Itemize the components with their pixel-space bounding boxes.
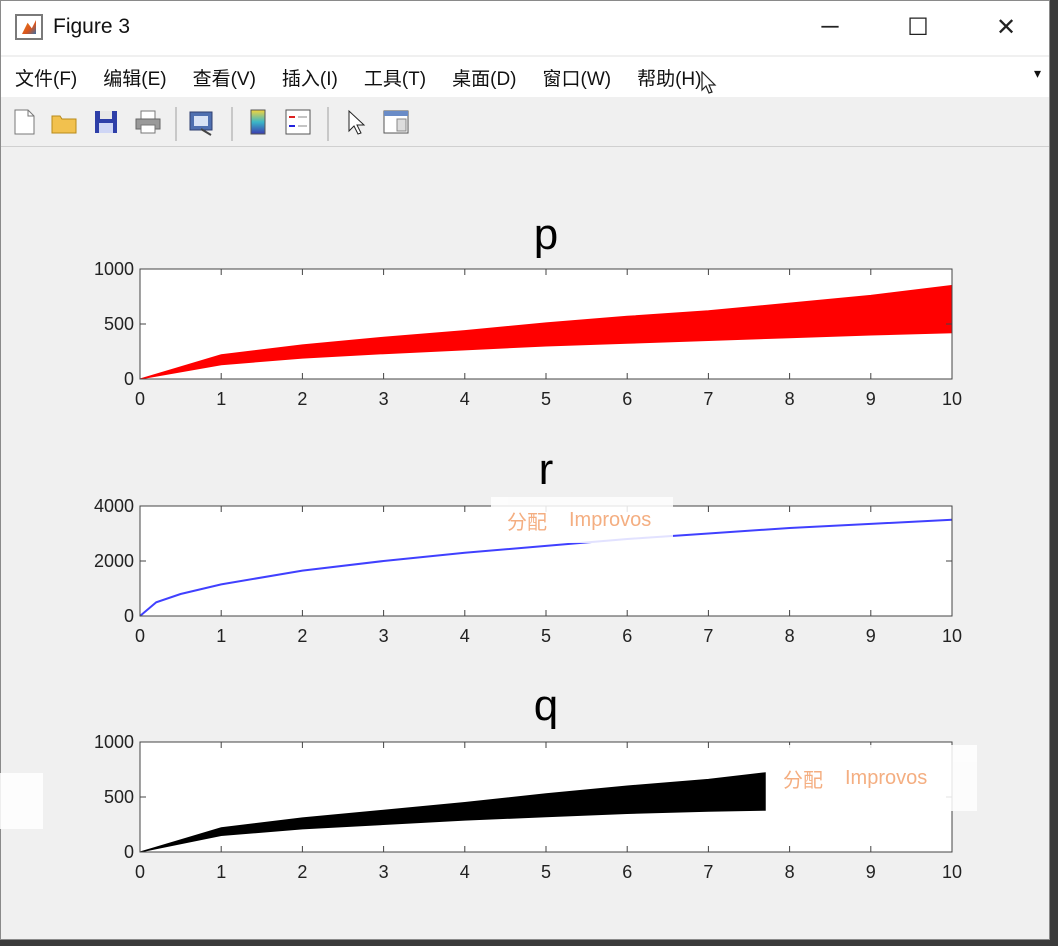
edit-plot-arrow-icon[interactable] <box>341 107 371 137</box>
title-bar[interactable]: Figure 3 ─ ☐ ✕ <box>1 1 1049 55</box>
x-tick-label: 4 <box>460 626 470 646</box>
new-figure-icon[interactable] <box>9 107 39 137</box>
x-tick-label: 6 <box>622 862 632 882</box>
x-tick-label: 9 <box>866 626 876 646</box>
minimize-button[interactable]: ─ <box>807 9 853 45</box>
toolbar-separator <box>327 107 329 141</box>
property-inspector-icon[interactable] <box>381 107 411 137</box>
menu-window[interactable]: 窗口(W) <box>543 64 612 91</box>
y-tick-label: 2000 <box>94 551 134 571</box>
x-tick-label: 1 <box>216 389 226 409</box>
menu-tools[interactable]: 工具(T) <box>364 64 426 91</box>
x-tick-label: 9 <box>866 862 876 882</box>
video-watermark-overlay: 分配 Improvos <box>767 745 977 811</box>
save-icon[interactable] <box>91 107 121 137</box>
menu-bar: 文件(F) 编辑(E) 查看(V) 插入(I) 工具(T) 桌面(D) 窗口(W… <box>1 57 1049 97</box>
x-tick-label: 5 <box>541 389 551 409</box>
x-tick-label: 3 <box>379 626 389 646</box>
x-tick-label: 4 <box>460 862 470 882</box>
y-tick-label: 0 <box>124 842 134 862</box>
y-tick-label: 1000 <box>94 259 134 279</box>
x-tick-label: 5 <box>541 862 551 882</box>
x-tick-label: 0 <box>135 626 145 646</box>
menu-desktop[interactable]: 桌面(D) <box>452 64 516 91</box>
y-tick-label: 500 <box>104 787 134 807</box>
x-tick-label: 10 <box>942 389 962 409</box>
insert-legend-icon[interactable] <box>283 107 313 137</box>
subplot-title: p <box>534 210 558 259</box>
y-tick-label: 0 <box>124 369 134 389</box>
x-tick-label: 7 <box>703 389 713 409</box>
overlay-left-text: 分配 <box>507 511 547 534</box>
menu-help[interactable]: 帮助(H) <box>637 64 701 91</box>
y-tick-label: 0 <box>124 606 134 626</box>
figure-toolbar <box>1 99 1049 147</box>
subplot-title: q <box>534 681 558 730</box>
menu-file[interactable]: 文件(F) <box>15 64 77 91</box>
y-tick-label: 1000 <box>94 732 134 752</box>
menu-edit[interactable]: 编辑(E) <box>103 64 166 91</box>
x-tick-label: 7 <box>703 862 713 882</box>
y-tick-label: 4000 <box>94 496 134 516</box>
x-tick-label: 0 <box>135 389 145 409</box>
subplot-title: r <box>539 445 554 494</box>
x-tick-label: 6 <box>622 626 632 646</box>
x-tick-label: 10 <box>942 862 962 882</box>
x-tick-label: 10 <box>942 626 962 646</box>
x-tick-label: 8 <box>785 389 795 409</box>
subplots-svg: p0 1 2 3 4 5 6 7 8 9 1005001000r0 1 2 3 4 5 6 7 8 9 10020004… <box>94 210 962 882</box>
figure-window: Figure 3 ─ ☐ ✕ 文件(F) 编辑(E) 查看(V) 插入(I) 工… <box>0 0 1050 940</box>
x-tick-label: 9 <box>866 389 876 409</box>
print-icon[interactable] <box>133 107 163 137</box>
overlay-right-text: Improvos <box>569 508 652 531</box>
x-tick-label: 2 <box>297 862 307 882</box>
video-watermark-overlay: 分配 Improvos <box>491 497 673 543</box>
overlay-left-text: 分配 <box>783 769 823 792</box>
toolbar-separator <box>175 107 177 141</box>
menu-view[interactable]: 查看(V) <box>193 64 256 91</box>
mouse-cursor-icon <box>701 71 717 94</box>
x-tick-label: 8 <box>785 862 795 882</box>
x-tick-label: 8 <box>785 626 795 646</box>
x-tick-label: 0 <box>135 862 145 882</box>
toolbar-separator <box>231 107 233 141</box>
x-tick-label: 4 <box>460 389 470 409</box>
x-tick-label: 2 <box>297 626 307 646</box>
window-title: Figure 3 <box>53 15 131 38</box>
menu-overflow-icon[interactable]: ▾ <box>1034 65 1041 82</box>
y-tick-label: 500 <box>104 314 134 334</box>
x-tick-label: 2 <box>297 389 307 409</box>
open-file-icon[interactable] <box>49 107 79 137</box>
x-tick-label: 5 <box>541 626 551 646</box>
menu-insert[interactable]: 插入(I) <box>282 64 338 91</box>
x-tick-label: 1 <box>216 862 226 882</box>
x-tick-label: 7 <box>703 626 713 646</box>
x-tick-label: 3 <box>379 389 389 409</box>
x-tick-label: 3 <box>379 862 389 882</box>
video-watermark-overlay-edge <box>0 773 43 829</box>
x-tick-label: 1 <box>216 626 226 646</box>
matlab-figure-icon <box>15 14 43 40</box>
maximize-button[interactable]: ☐ <box>895 9 941 45</box>
close-button[interactable]: ✕ <box>983 9 1029 45</box>
overlay-right-text: Improvos <box>845 766 928 789</box>
figure-canvas: p 0 1 2 3 4 5 6 7 8 9 10 0 500 1000 r 0 1 2 3 4 5 6 7 8 9 10 0 2000 4… <box>0 149 1049 939</box>
insert-colorbar-icon[interactable] <box>243 107 273 137</box>
x-tick-label: 6 <box>622 389 632 409</box>
link-plot-icon[interactable] <box>187 107 217 137</box>
